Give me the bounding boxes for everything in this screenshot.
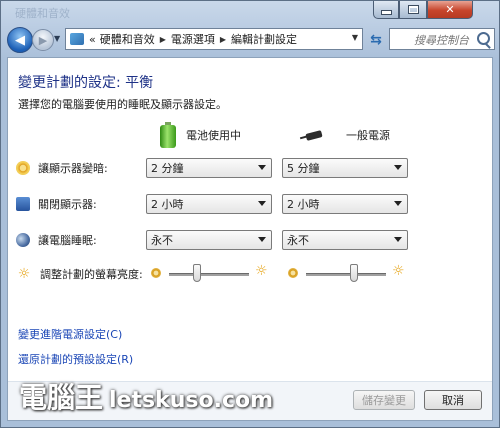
refresh-button[interactable]: ⇆: [365, 30, 387, 50]
cancel-button[interactable]: 取消: [424, 390, 482, 410]
chevron-down-icon: [394, 165, 402, 170]
bright-brightness-icon: ☼: [255, 263, 268, 279]
back-button[interactable]: ◀: [7, 27, 33, 53]
dim-display-label: 讓顯示器變暗:: [38, 162, 108, 175]
page-title: 變更計劃的設定: 平衡: [18, 75, 154, 91]
turn-off-display-row: 關閉顯示器: 2 小時 2 小時: [16, 193, 486, 215]
turn-off-display-label: 關閉顯示器:: [38, 198, 97, 211]
sleep-plugged-select[interactable]: 永不: [282, 230, 408, 250]
brightness-row: ☼ 調整計劃的螢幕亮度: ☼ ☼: [16, 263, 486, 285]
watermark-english: letskuso.com: [109, 388, 274, 413]
forward-arrow-icon: ▶: [38, 33, 48, 47]
plugged-column-header: 一般電源: [302, 120, 390, 150]
breadcrumb-power-options[interactable]: 電源選項: [169, 31, 217, 47]
close-button[interactable]: ✕: [427, 1, 473, 19]
minimize-icon: [380, 10, 392, 15]
brightness-plugged-slider[interactable]: ☼: [288, 263, 412, 284]
maximize-button[interactable]: [399, 1, 427, 19]
sleep-row: 讓電腦睡眠: 永不 永不: [16, 229, 486, 251]
turn-off-display-battery-value: 2 小時: [151, 198, 184, 211]
close-icon: ✕: [445, 3, 455, 16]
watermark-chinese: 電腦王: [19, 381, 104, 414]
power-options-window: 硬體和音效 ✕ ◀ ▶ ▼ « 硬體和音效 ▶ 電源選項 ▶ 編輯計劃設定 ▼ …: [0, 0, 500, 428]
save-changes-button[interactable]: 儲存變更: [353, 390, 415, 410]
page-subtitle: 選擇您的電腦要使用的睡眠及顯示器設定。: [18, 98, 227, 111]
turn-off-display-plugged-select[interactable]: 2 小時: [282, 194, 408, 214]
breadcrumb-separator-icon[interactable]: ▶: [217, 35, 229, 44]
sleep-icon: [16, 233, 30, 247]
turn-off-display-battery-select[interactable]: 2 小時: [146, 194, 272, 214]
window-title: 硬體和音效: [15, 7, 70, 20]
slider-thumb[interactable]: [350, 264, 358, 282]
forward-button[interactable]: ▶: [32, 29, 54, 51]
slider-thumb[interactable]: [193, 264, 201, 282]
control-panel-icon: [70, 33, 84, 45]
chevron-down-icon: [394, 201, 402, 206]
content-pane: 變更計劃的設定: 平衡 選擇您的電腦要使用的睡眠及顯示器設定。 電池使用中 一般…: [7, 57, 493, 421]
sleep-label: 讓電腦睡眠:: [38, 234, 97, 247]
sleep-battery-value: 永不: [151, 234, 173, 247]
brightness-battery-slider[interactable]: ☼: [151, 263, 275, 284]
brightness-icon: ☼: [17, 266, 31, 282]
minimize-button[interactable]: [373, 1, 399, 19]
sleep-plugged-value: 永不: [287, 234, 309, 247]
breadcrumb-hardware-sound[interactable]: 硬體和音效: [98, 31, 157, 47]
dim-brightness-icon: [151, 268, 161, 278]
battery-column-header: 電池使用中: [160, 120, 241, 150]
restore-defaults-link[interactable]: 還原計劃的預設設定(R): [18, 351, 133, 367]
slider-track[interactable]: [306, 273, 386, 276]
battery-column-label: 電池使用中: [186, 129, 241, 142]
dim-display-icon: [16, 161, 30, 175]
title-bar: 硬體和音效 ✕: [1, 1, 499, 25]
turn-off-display-plugged-value: 2 小時: [287, 198, 320, 211]
dim-display-row: 讓顯示器變暗: 2 分鐘 5 分鐘: [16, 157, 486, 179]
brightness-label: 調整計劃的螢幕亮度:: [40, 268, 143, 281]
dim-display-battery-value: 2 分鐘: [151, 162, 184, 175]
recent-pages-dropdown-icon[interactable]: ▼: [54, 34, 60, 43]
address-bar[interactable]: « 硬體和音效 ▶ 電源選項 ▶ 編輯計劃設定 ▼: [65, 28, 363, 50]
search-box[interactable]: [389, 28, 496, 50]
monitor-icon: [16, 197, 30, 211]
breadcrumb-separator-icon[interactable]: ▶: [157, 35, 169, 44]
chevron-down-icon: [258, 201, 266, 206]
back-arrow-icon: ◀: [15, 32, 25, 48]
breadcrumb-edit-plan[interactable]: 編輯計劃設定: [229, 31, 299, 47]
dim-brightness-icon: [288, 268, 298, 278]
address-dropdown-icon[interactable]: ▼: [352, 33, 358, 42]
refresh-icon: ⇆: [370, 32, 382, 48]
search-icon[interactable]: [477, 32, 490, 45]
dim-display-plugged-select[interactable]: 5 分鐘: [282, 158, 408, 178]
navigation-bar: ◀ ▶ ▼ « 硬體和音效 ▶ 電源選項 ▶ 編輯計劃設定 ▼ ⇆: [1, 25, 499, 55]
bright-brightness-icon: ☼: [392, 263, 405, 279]
chevron-down-icon: [258, 165, 266, 170]
advanced-power-settings-link[interactable]: 變更進階電源設定(C): [18, 326, 122, 342]
dim-display-plugged-value: 5 分鐘: [287, 162, 320, 175]
sleep-battery-select[interactable]: 永不: [146, 230, 272, 250]
power-plug-icon: [302, 130, 332, 140]
maximize-icon: [407, 5, 419, 14]
breadcrumb-overflow[interactable]: «: [87, 33, 98, 46]
slider-track[interactable]: [169, 273, 249, 276]
battery-icon: [160, 122, 176, 148]
site-watermark: 電腦王 letskuso.com: [19, 376, 273, 416]
dim-display-battery-select[interactable]: 2 分鐘: [146, 158, 272, 178]
chevron-down-icon: [258, 237, 266, 242]
plugged-column-label: 一般電源: [346, 129, 390, 142]
chevron-down-icon: [394, 237, 402, 242]
